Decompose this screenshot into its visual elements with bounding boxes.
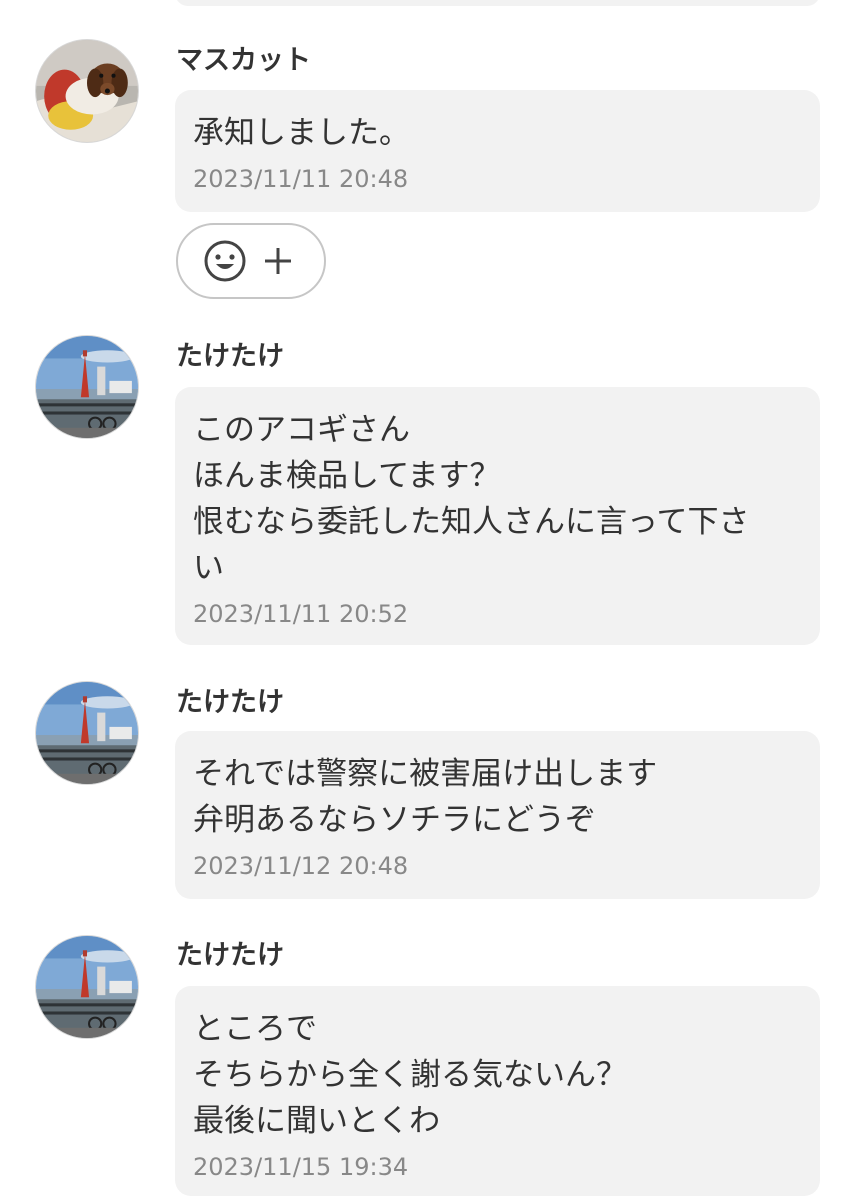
message-text: それでは警察に被害届け出します 弁明あるならソチラにどうぞ — [193, 751, 802, 843]
sender-name: たけたけ — [176, 940, 284, 971]
message-line: そちらから全く謝る気ないん？ — [193, 1057, 627, 1093]
message-bubble[interactable]: ところで そちらから全く謝る気ないん？ 最後に聞いとくわ 2023/11/15 … — [175, 986, 820, 1196]
message-text: 承知しました。 — [193, 110, 802, 156]
sender-avatar[interactable] — [36, 936, 138, 1038]
message-line: ほんま検品してます？ — [193, 458, 501, 494]
message-timestamp: 2023/11/11 20:48 — [193, 165, 409, 193]
message-bubble[interactable]: それでは警察に被害届け出します 弁明あるならソチラにどうぞ 2023/11/12… — [175, 731, 820, 899]
message-line: それでは警察に被害届け出します — [193, 756, 658, 792]
message-timestamp: 2023/11/15 19:34 — [193, 1153, 409, 1181]
message-line: 弁明あるならソチラにどうぞ — [193, 802, 596, 838]
previous-message-bubble — [175, 0, 820, 6]
dachshund-avatar-icon — [36, 40, 138, 142]
message-text: このアコギさん ほんま検品してます？ 恨むなら委託した知人さんに言って下さ い — [193, 407, 802, 591]
message-timestamp: 2023/11/11 20:52 — [193, 600, 409, 628]
message-timestamp: 2023/11/12 20:48 — [193, 852, 409, 880]
message-bubble[interactable]: このアコギさん ほんま検品してます？ 恨むなら委託した知人さんに言って下さ い … — [175, 387, 820, 645]
sender-name: マスカット — [176, 45, 311, 76]
message-text: ところで そちらから全く謝る気ないん？ 最後に聞いとくわ — [193, 1006, 802, 1144]
sender-name: たけたけ — [176, 687, 284, 718]
sender-name: たけたけ — [176, 341, 284, 372]
port-tower-avatar-icon — [36, 936, 138, 1038]
message-line: い — [193, 550, 224, 586]
sender-avatar[interactable] — [36, 40, 138, 142]
plus-icon[interactable] — [256, 239, 300, 283]
sender-avatar[interactable] — [36, 682, 138, 784]
message-line: 恨むなら委託した知人さんに言って下さ — [193, 504, 750, 540]
message-line: 最後に聞いとくわ — [193, 1103, 441, 1139]
port-tower-avatar-icon — [36, 682, 138, 784]
message-line: このアコギさん — [193, 412, 410, 448]
message-line: 承知しました。 — [193, 115, 410, 151]
sender-avatar[interactable] — [36, 336, 138, 438]
message-bubble[interactable]: 承知しました。 2023/11/11 20:48 — [175, 90, 820, 212]
port-tower-avatar-icon — [36, 336, 138, 438]
smiley-face-icon[interactable] — [203, 239, 247, 283]
reaction-bar — [176, 223, 326, 299]
message-line: ところで — [193, 1011, 317, 1047]
